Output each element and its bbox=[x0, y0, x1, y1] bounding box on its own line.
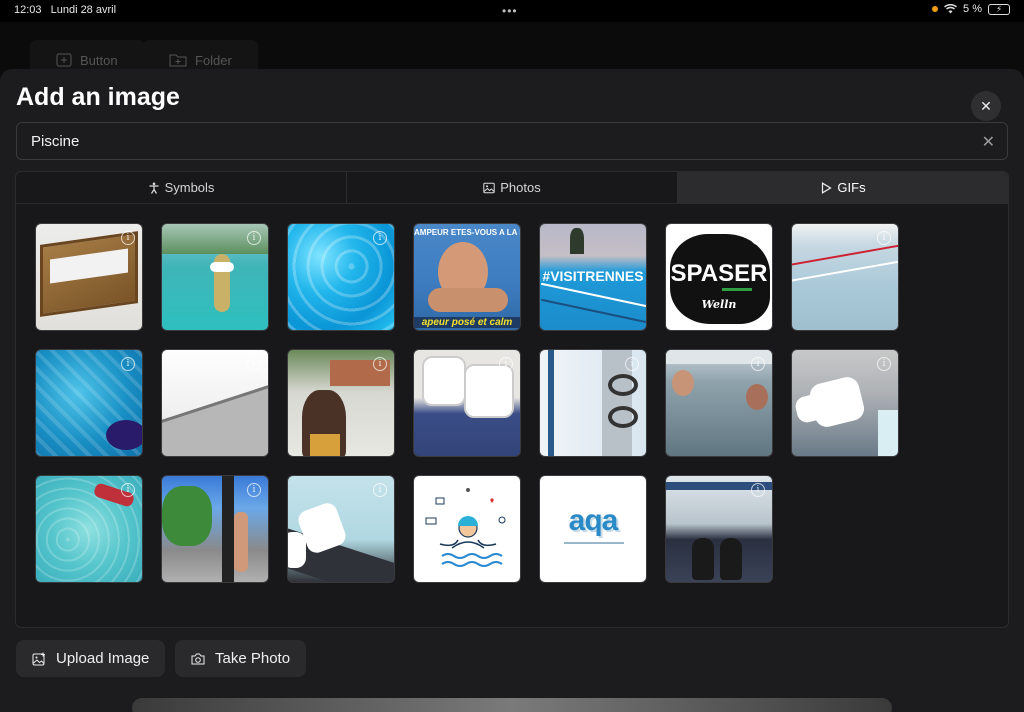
gif-result[interactable]: i bbox=[161, 475, 269, 583]
gif-caption: Welln bbox=[701, 298, 737, 311]
search-field[interactable]: ✕ bbox=[16, 122, 1008, 160]
multitasking-dots[interactable]: ••• bbox=[502, 4, 518, 18]
gif-result[interactable]: i bbox=[161, 349, 269, 457]
gif-result[interactable]: i bbox=[287, 349, 395, 457]
gif-result[interactable]: AMPEUR ETES-VOUS A LA PIS apeur posé et … bbox=[413, 223, 521, 331]
gif-result[interactable]: i bbox=[35, 223, 143, 331]
dialog-title: Add an image bbox=[16, 83, 180, 111]
gif-caption: #VISITRENNES bbox=[542, 268, 644, 284]
info-icon[interactable]: i bbox=[121, 357, 135, 371]
gif-result[interactable]: i bbox=[665, 349, 773, 457]
upload-image-button[interactable]: Upload Image bbox=[16, 640, 166, 677]
gif-caption: AMPEUR ETES-VOUS A LA PIS bbox=[414, 228, 520, 237]
gif-caption: aqa bbox=[568, 504, 619, 537]
tab-bar: Symbols Photos GIFs bbox=[16, 172, 1008, 204]
info-icon[interactable]: i bbox=[247, 357, 261, 371]
info-icon[interactable]: i bbox=[121, 483, 135, 497]
info-icon[interactable]: i bbox=[373, 231, 387, 245]
clear-search-icon[interactable]: ✕ bbox=[982, 132, 995, 152]
status-bar: 12:03 Lundi 28 avril ••• 5 % ⚡ bbox=[0, 0, 1024, 22]
info-icon[interactable]: i bbox=[247, 231, 261, 245]
battery-percent: 5 % bbox=[963, 3, 982, 15]
tab-photos[interactable]: Photos bbox=[347, 172, 678, 203]
info-icon[interactable]: i bbox=[247, 483, 261, 497]
gif-result[interactable]: i bbox=[791, 223, 899, 331]
info-icon[interactable]: i bbox=[751, 483, 765, 497]
search-input[interactable] bbox=[17, 123, 1007, 159]
swimmer-illustration bbox=[425, 488, 506, 567]
image-icon bbox=[483, 182, 495, 193]
close-icon: ✕ bbox=[980, 97, 992, 114]
info-icon[interactable]: i bbox=[751, 231, 765, 245]
gif-result[interactable]: i bbox=[791, 349, 899, 457]
gif-caption: SPASER bbox=[670, 260, 768, 287]
info-icon[interactable]: i bbox=[499, 357, 513, 371]
gif-result[interactable]: SPASER Welln i bbox=[665, 223, 773, 331]
info-icon[interactable]: i bbox=[877, 231, 891, 245]
info-icon[interactable]: i bbox=[373, 483, 387, 497]
info-icon[interactable]: i bbox=[373, 357, 387, 371]
folder-add-icon bbox=[169, 54, 187, 67]
gif-result[interactable]: i bbox=[539, 349, 647, 457]
gif-result[interactable]: i bbox=[35, 475, 143, 583]
gif-result[interactable]: i bbox=[413, 349, 521, 457]
keyboard-accessory-bar bbox=[132, 698, 892, 712]
results-panel: Symbols Photos GIFs i i i AMPEUR ETES-VO… bbox=[15, 171, 1009, 628]
gif-result[interactable]: #VISITRENNES bbox=[539, 223, 647, 331]
gif-grid: i i i AMPEUR ETES-VOUS A LA PIS apeur po… bbox=[35, 223, 899, 583]
add-image-sheet: Add an image ✕ ✕ Symbols Photos GIFs bbox=[0, 69, 1024, 712]
play-icon bbox=[822, 181, 833, 194]
image-plus-icon bbox=[32, 652, 45, 665]
take-photo-button[interactable]: Take Photo bbox=[175, 640, 307, 677]
add-square-icon bbox=[56, 53, 72, 67]
tab-gifs[interactable]: GIFs bbox=[678, 172, 1008, 203]
gif-result[interactable] bbox=[413, 475, 521, 583]
gif-result[interactable]: i bbox=[287, 223, 395, 331]
status-date: Lundi 28 avril bbox=[50, 4, 117, 16]
wifi-icon bbox=[944, 4, 958, 14]
mic-indicator-icon bbox=[932, 6, 939, 12]
close-button[interactable]: ✕ bbox=[971, 91, 1001, 121]
gif-result[interactable]: i bbox=[35, 349, 143, 457]
battery-charging-icon: ⚡ bbox=[988, 3, 1010, 15]
info-icon[interactable]: i bbox=[625, 357, 639, 371]
tab-symbols[interactable]: Symbols bbox=[16, 172, 347, 203]
info-icon[interactable]: i bbox=[751, 357, 765, 371]
info-icon[interactable]: i bbox=[121, 231, 135, 245]
status-time: 12:03 bbox=[14, 4, 42, 16]
accessibility-icon bbox=[149, 182, 159, 194]
gif-result[interactable]: i bbox=[665, 475, 773, 583]
camera-icon bbox=[191, 653, 205, 664]
gif-result[interactable]: i bbox=[161, 223, 269, 331]
gif-result[interactable]: aqa bbox=[539, 475, 647, 583]
info-icon[interactable]: i bbox=[877, 357, 891, 371]
gif-result[interactable]: i bbox=[287, 475, 395, 583]
gif-caption: apeur posé et calm bbox=[414, 317, 520, 328]
